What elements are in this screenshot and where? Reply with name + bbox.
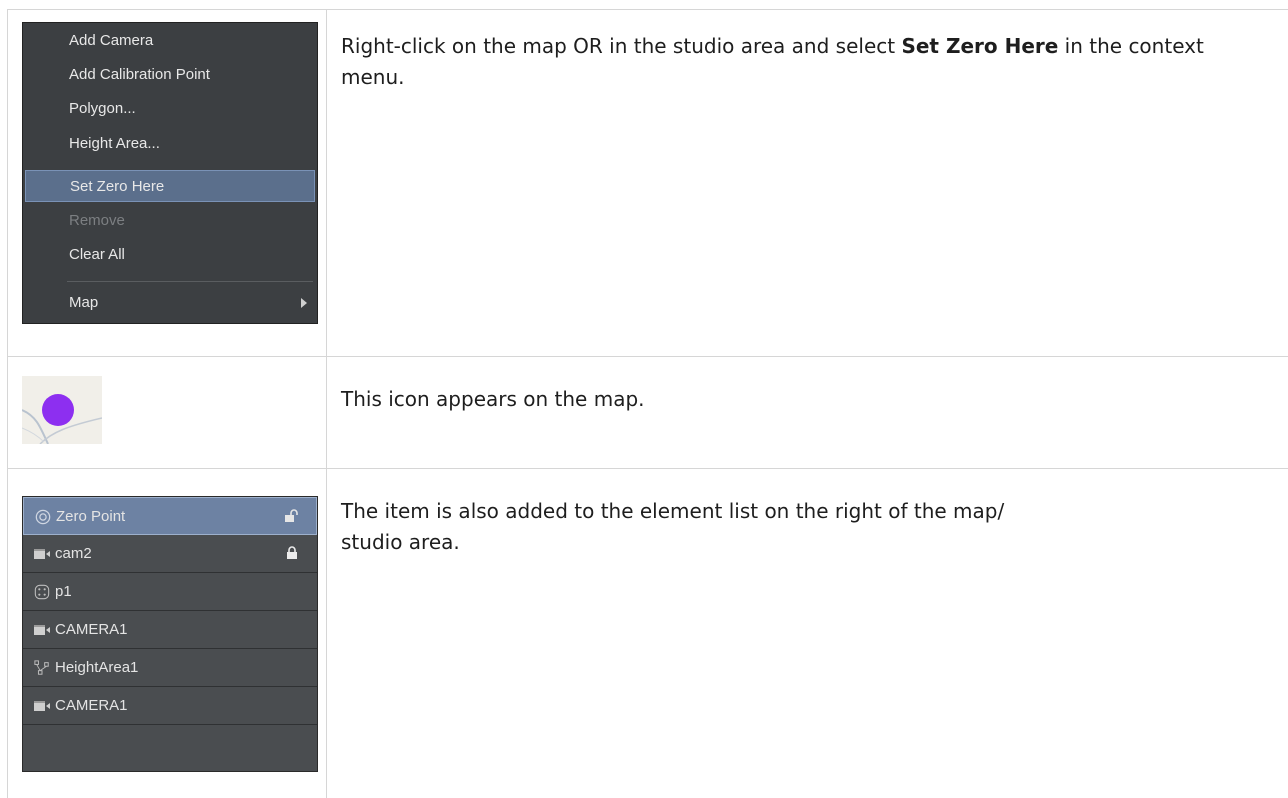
element-list-item-camera1-2[interactable]: CAMERA1 xyxy=(23,687,317,725)
row2-description: This icon appears on the map. xyxy=(341,387,645,411)
menu-item-label: Height Area... xyxy=(69,135,160,152)
element-label: p1 xyxy=(55,583,72,600)
menu-item-add-calibration-point[interactable]: Add Calibration Point xyxy=(23,59,317,91)
menu-item-label: Remove xyxy=(69,212,125,229)
lock-icon[interactable] xyxy=(285,546,299,560)
menu-item-height-area[interactable]: Height Area... xyxy=(23,128,317,160)
element-label: cam2 xyxy=(55,545,92,562)
table-border-left xyxy=(7,9,8,798)
menu-item-label: Clear All xyxy=(69,246,125,263)
row3-text-line2: studio area. xyxy=(341,530,460,554)
table-row-divider xyxy=(7,468,1288,469)
table-row-divider xyxy=(7,356,1288,357)
menu-item-label: Map xyxy=(69,294,99,311)
element-list-item-cam2[interactable]: cam2 xyxy=(23,535,317,573)
element-list-item-heightarea1[interactable]: HeightArea1 xyxy=(23,649,317,687)
menu-item-map[interactable]: Map xyxy=(23,287,317,319)
calibration-point-icon xyxy=(34,584,50,600)
camera-icon xyxy=(34,625,50,635)
menu-item-add-camera[interactable]: Add Camera xyxy=(23,25,317,57)
zero-point-icon xyxy=(35,509,51,525)
table-column-divider xyxy=(326,9,327,798)
row1-description: Right-click on the map OR in the studio … xyxy=(341,31,1271,93)
camera-icon xyxy=(34,549,50,559)
element-list: Zero Point cam2 p1 CAMERA1 HeightArea1 C… xyxy=(22,496,318,772)
zero-point-dot-icon xyxy=(42,394,74,426)
element-label: CAMERA1 xyxy=(55,697,128,714)
menu-item-clear-all[interactable]: Clear All xyxy=(23,239,317,271)
menu-item-label: Polygon... xyxy=(69,100,136,117)
menu-item-label: Add Camera xyxy=(69,32,154,49)
row1-bold-text: Set Zero Here xyxy=(901,34,1059,58)
menu-item-label: Add Calibration Point xyxy=(69,66,210,83)
row1-text: Right-click on the map OR in the studio … xyxy=(341,34,902,58)
menu-item-set-zero-here[interactable]: Set Zero Here xyxy=(25,170,315,202)
menu-item-polygon[interactable]: Polygon... xyxy=(23,93,317,125)
row3-description: The item is also added to the element li… xyxy=(341,496,1271,558)
element-label: CAMERA1 xyxy=(55,621,128,638)
camera-icon xyxy=(34,701,50,711)
element-label: Zero Point xyxy=(56,508,126,525)
map-thumbnail xyxy=(22,376,102,444)
row3-text-line1: The item is also added to the element li… xyxy=(341,499,1005,523)
element-list-item-camera1[interactable]: CAMERA1 xyxy=(23,611,317,649)
context-menu: Add Camera Add Calibration Point Polygon… xyxy=(22,22,318,324)
menu-item-remove: Remove xyxy=(23,205,317,237)
element-list-item-zero-point[interactable]: Zero Point xyxy=(23,497,317,535)
height-area-icon xyxy=(34,660,49,675)
unlocked-icon[interactable] xyxy=(284,509,298,523)
menu-separator xyxy=(67,281,313,282)
submenu-arrow-icon xyxy=(301,298,307,308)
table-border-top xyxy=(7,9,1288,10)
element-label: HeightArea1 xyxy=(55,659,139,676)
menu-item-label: Set Zero Here xyxy=(70,178,165,195)
element-list-item-p1[interactable]: p1 xyxy=(23,573,317,611)
